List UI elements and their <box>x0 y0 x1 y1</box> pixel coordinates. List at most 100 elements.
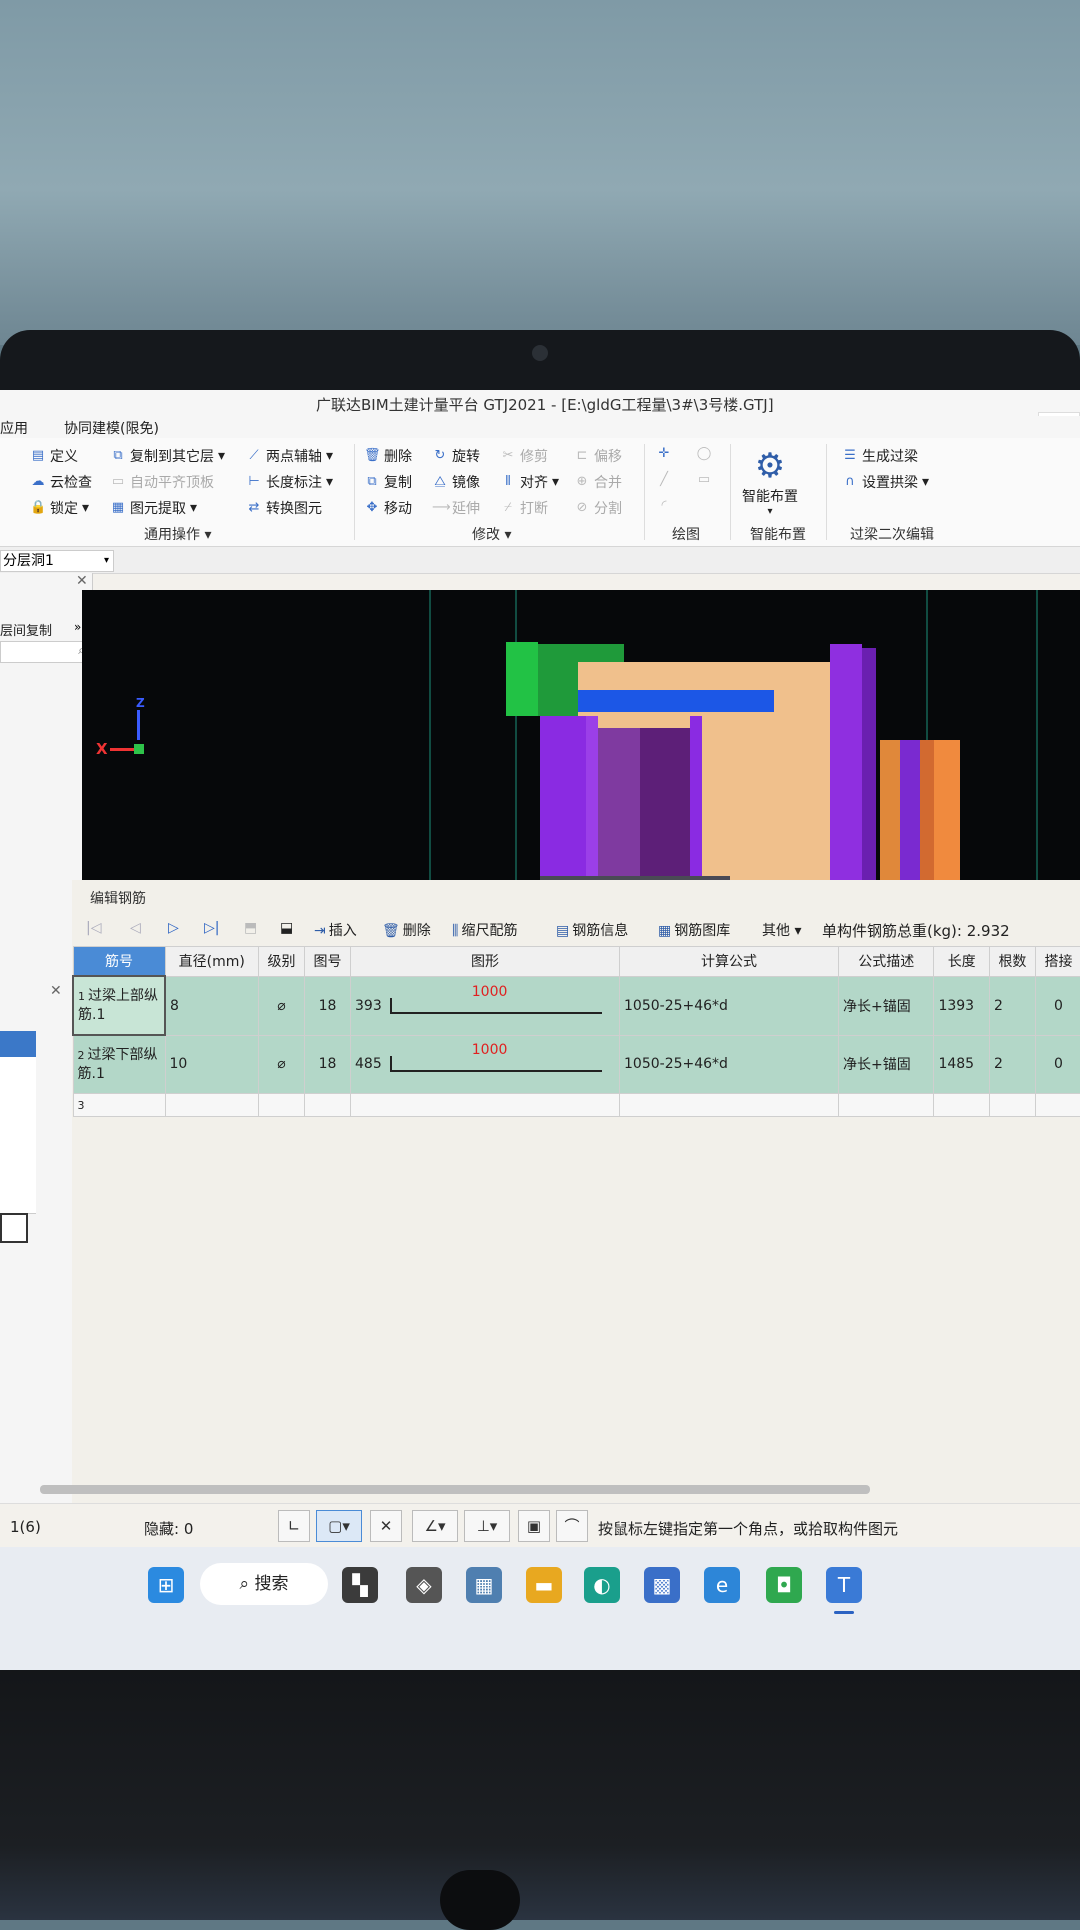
diameter-cell[interactable]: 8 <box>164 975 260 1036</box>
copy-button[interactable]: ⧉ 复制 <box>364 472 412 492</box>
move-down-icon[interactable]: ⬓ <box>280 920 293 936</box>
taskbar-search[interactable]: ⌕ 搜索 <box>200 1563 328 1605</box>
angle-icon[interactable]: ∠▾ <box>412 1510 458 1542</box>
bar-name-cell[interactable]: 1 过梁上部纵筋.1 <box>72 975 166 1036</box>
panel-search-input[interactable]: ⌕ <box>0 641 90 663</box>
break-button[interactable]: ⌿ 打断 <box>500 498 548 518</box>
prev-record-icon[interactable]: ◁ <box>130 920 141 936</box>
lap-cell[interactable]: 0 <box>1034 975 1080 1036</box>
generate-lintel-button[interactable]: ☰ 生成过梁 <box>842 446 918 466</box>
delete-row-button[interactable]: 🗑 删除 <box>382 920 431 940</box>
col-length[interactable]: 长度 <box>933 946 990 977</box>
arc-snap-icon[interactable]: ⌒ <box>556 1510 588 1542</box>
edge-icon[interactable]: ◐ <box>584 1567 620 1603</box>
task-view-icon[interactable]: ▚ <box>342 1567 378 1603</box>
list-item[interactable] <box>0 1057 36 1084</box>
length-cell[interactable]: 1393 <box>933 975 990 1036</box>
line-draw-button[interactable]: ╱ <box>656 472 672 488</box>
list-item[interactable] <box>0 1213 28 1243</box>
count-cell[interactable]: 2 <box>988 975 1036 1036</box>
list-item[interactable] <box>0 1083 36 1110</box>
scale-rebar-button[interactable]: ⫼ 缩尺配筋 <box>452 920 517 940</box>
insert-button[interactable]: ⇥ 插入 <box>314 920 357 940</box>
col-count[interactable]: 根数 <box>988 946 1036 977</box>
rebar-library-button[interactable]: ▦ 钢筋图库 <box>658 920 730 940</box>
fig-no-cell[interactable] <box>304 1093 352 1117</box>
rebar-info-button[interactable]: ▤ 钢筋信息 <box>556 920 628 940</box>
app-icon[interactable]: ◈ <box>406 1567 442 1603</box>
formula-cell[interactable]: 1050-25+46*d <box>619 975 840 1036</box>
col-bar-no[interactable]: 筋号 <box>72 946 166 977</box>
two-point-axis-button[interactable]: ⟋ 两点辅轴 ▾ <box>246 446 333 466</box>
description-cell[interactable] <box>838 1093 935 1117</box>
description-cell[interactable]: 净长+锚固 <box>838 1034 935 1094</box>
extract-element-button[interactable]: ▦ 图元提取 ▾ <box>110 498 197 518</box>
list-item[interactable] <box>0 1187 36 1214</box>
table-row[interactable]: 2 过梁下部纵筋.1 10 ⌀ 18 485 1000 1050-25+46*d 净… <box>72 1034 1080 1094</box>
formula-cell[interactable]: 1050-25+46*d <box>619 1034 840 1094</box>
list-item[interactable] <box>0 1161 36 1188</box>
align-button[interactable]: ⫴ 对齐 ▾ <box>500 472 559 492</box>
list-item[interactable] <box>0 1109 36 1136</box>
other-menu[interactable]: 其他 ▾ <box>762 920 801 940</box>
list-item[interactable] <box>0 1135 36 1162</box>
diameter-cell[interactable]: 10 <box>164 1034 260 1094</box>
layer-select[interactable]: 分层洞1 ▾ <box>0 550 114 572</box>
table-row[interactable]: 1 过梁上部纵筋.1 8 ⌀ 18 393 1000 1050-25+46*d 净长… <box>72 975 1080 1036</box>
define-button[interactable]: ▤ 定义 <box>30 446 78 466</box>
model-viewport[interactable]: Z X <box>82 590 1080 880</box>
table-row[interactable]: 3 <box>72 1093 1080 1117</box>
length-cell[interactable] <box>933 1093 990 1117</box>
first-record-icon[interactable]: |◁ <box>86 920 101 936</box>
grade-cell[interactable]: ⌀ <box>258 1034 306 1094</box>
menu-item-app[interactable]: 应用 <box>0 418 28 438</box>
description-cell[interactable]: 净长+锚固 <box>838 975 935 1036</box>
count-cell[interactable]: 2 <box>988 1034 1036 1094</box>
col-formula[interactable]: 计算公式 <box>619 946 840 977</box>
fig-no-cell[interactable]: 18 <box>304 975 352 1036</box>
expand-icon[interactable]: » <box>74 620 81 634</box>
col-diameter[interactable]: 直径(mm) <box>164 946 260 977</box>
col-fig-no[interactable]: 图号 <box>304 946 352 977</box>
rotate-button[interactable]: ↻ 旋转 <box>432 446 480 466</box>
length-dimension-button[interactable]: ⊢ 长度标注 ▾ <box>246 472 333 492</box>
move-button[interactable]: ✥ 移动 <box>364 498 412 518</box>
close-icon[interactable]: ✕ <box>50 983 62 999</box>
delete-button[interactable]: 🗑 删除 <box>364 446 412 466</box>
calculator-icon[interactable]: ▦ <box>466 1567 502 1603</box>
smart-layout-button[interactable]: ⚙ 智能布置 ▾ <box>735 446 805 517</box>
lap-cell[interactable]: 0 <box>1034 1034 1080 1094</box>
count-cell[interactable] <box>988 1093 1036 1117</box>
point-draw-button[interactable]: ✛ <box>656 446 672 462</box>
shape-cell[interactable] <box>350 1093 621 1117</box>
lap-cell[interactable] <box>1034 1093 1080 1117</box>
convert-element-button[interactable]: ⇄ 转换图元 <box>246 498 322 518</box>
horizontal-scrollbar[interactable] <box>40 1485 870 1494</box>
trim-button[interactable]: ✂ 修剪 <box>500 446 548 466</box>
circle-draw-button[interactable]: ◯ <box>696 446 712 462</box>
next-record-icon[interactable]: ▷ <box>168 920 179 936</box>
col-description[interactable]: 公式描述 <box>838 946 935 977</box>
ie-icon[interactable]: e <box>704 1567 740 1603</box>
mirror-button[interactable]: ⧋ 镜像 <box>432 472 480 492</box>
fig-no-cell[interactable]: 18 <box>304 1034 352 1094</box>
formula-cell[interactable] <box>619 1093 840 1117</box>
cross-select-icon[interactable]: ✕ <box>370 1510 402 1542</box>
col-lap[interactable]: 搭接 <box>1034 946 1080 977</box>
app-green-icon[interactable]: ◘ <box>766 1567 802 1603</box>
bar-name-cell[interactable]: 3 <box>72 1093 166 1117</box>
list-item[interactable] <box>0 1031 36 1058</box>
set-arch-beam-button[interactable]: ∩ 设置拱梁 ▾ <box>842 472 929 492</box>
col-grade[interactable]: 级别 <box>258 946 306 977</box>
copy-to-floor-button[interactable]: ⧉ 复制到其它层 ▾ <box>110 446 225 466</box>
bar-name-cell[interactable]: 2 过梁下部纵筋.1 <box>72 1034 166 1094</box>
store-icon[interactable]: ▩ <box>644 1567 680 1603</box>
floor-copy-button[interactable]: 层间复制 <box>0 620 52 639</box>
arc-draw-button[interactable]: ◜ <box>656 498 672 514</box>
close-icon[interactable]: ✕ <box>76 573 88 589</box>
merge-button[interactable]: ⊕ 合并 <box>574 472 622 492</box>
auto-align-slab-button[interactable]: ▭ 自动平齐顶板 <box>110 472 214 492</box>
col-shape[interactable]: 图形 <box>350 946 621 977</box>
lock-button[interactable]: 🔒 锁定 ▾ <box>30 498 89 518</box>
diameter-cell[interactable] <box>164 1093 260 1117</box>
